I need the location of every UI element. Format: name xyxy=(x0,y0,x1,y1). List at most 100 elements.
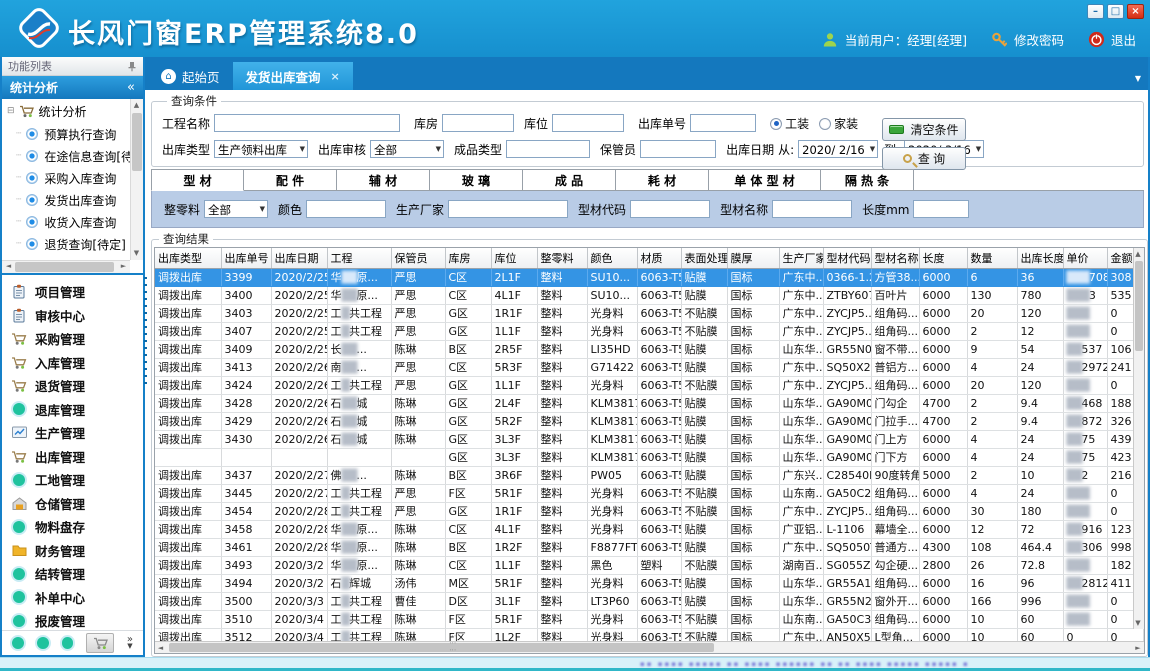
tab-close-icon[interactable]: × xyxy=(331,70,340,83)
change-password-link[interactable]: 修改密码 xyxy=(1014,30,1064,49)
minimize-button[interactable]: – xyxy=(1087,4,1104,19)
material-tab-5[interactable]: 耗 材 xyxy=(616,169,709,191)
column-header-3[interactable]: 工程 xyxy=(327,248,391,268)
table-row[interactable]: 调拨出库34072020/2/25工█共工程严思G区1L1F整料光身料6063-… xyxy=(155,322,1143,340)
sidebar-item-4[interactable]: 退货管理 xyxy=(11,374,143,398)
column-header-6[interactable]: 库位 xyxy=(491,248,537,268)
radio-home-install[interactable]: 家装 xyxy=(819,115,858,132)
column-header-16[interactable]: 数量 xyxy=(967,248,1017,268)
sidebar-item-8[interactable]: 工地管理 xyxy=(11,468,143,492)
audit-select[interactable]: 全部 xyxy=(370,140,444,158)
tree-horizontal-scrollbar[interactable]: ◄ ► xyxy=(2,260,130,273)
outbound-type-select[interactable]: 生产领料出库 xyxy=(214,140,308,158)
sidebar-item-12[interactable]: 结转管理 xyxy=(11,562,143,586)
column-header-9[interactable]: 材质 xyxy=(637,248,681,268)
profile-code-input[interactable] xyxy=(630,200,710,218)
tree-item-2[interactable]: ┄采购入库查询 xyxy=(2,167,130,189)
quick-dot-icon[interactable] xyxy=(62,637,74,649)
sidebar-item-7[interactable]: 出库管理 xyxy=(11,445,143,469)
keeper-input[interactable] xyxy=(640,140,716,158)
table-row[interactable]: 调拨出库34302020/2/26石██城陈琳G区3L3F整料KLM381760… xyxy=(155,430,1143,448)
clear-conditions-button[interactable]: 清空条件 xyxy=(882,118,966,141)
table-row[interactable]: 调拨出库34092020/2/25长██...陈琳B区2R5F整料LI35HD6… xyxy=(155,340,1143,358)
table-row[interactable]: 调拨出库34032020/2/25工█共工程严思G区1R1F整料光身料6063-… xyxy=(155,304,1143,322)
column-header-7[interactable]: 整零料 xyxy=(537,248,587,268)
tree-item-3[interactable]: ┄发货出库查询 xyxy=(2,189,130,211)
radio-work-install[interactable]: 工装 xyxy=(770,115,809,132)
tab-overflow-caret-icon[interactable] xyxy=(1135,74,1141,83)
table-row[interactable]: 调拨出库34582020/2/28华██原...陈琳C区4L1F整料光身料606… xyxy=(155,520,1143,538)
sidebar-item-10[interactable]: 物料盘存 xyxy=(11,515,143,539)
column-header-10[interactable]: 表面处理 xyxy=(681,248,727,268)
tree-item-0[interactable]: ┄预算执行查询 xyxy=(2,123,130,145)
table-row[interactable]: 调拨出库34612020/2/28华██原...陈琳B区1R2F整料F8877F… xyxy=(155,538,1143,556)
warehouse-input[interactable] xyxy=(442,114,514,132)
cart-quick-button[interactable] xyxy=(86,633,114,653)
column-header-14[interactable]: 型材名称 xyxy=(871,248,919,268)
table-row[interactable]: 调拨出库34282020/2/26石██城陈琳G区2L4F整料KLM381760… xyxy=(155,394,1143,412)
material-tab-7[interactable]: 隔 热 条 xyxy=(821,169,914,191)
table-row[interactable]: G区3L3F整料KLM38176063-T5贴膜国标山东华...GA90M09.… xyxy=(155,448,1143,466)
collapse-chevron-icon[interactable]: « xyxy=(127,80,135,95)
whole-piece-select[interactable]: 全部 xyxy=(204,200,268,218)
quick-dot-icon[interactable] xyxy=(12,637,24,649)
material-tab-3[interactable]: 玻 璃 xyxy=(430,169,523,191)
search-button[interactable]: 查 询 xyxy=(882,147,966,170)
date-from-picker[interactable]: 2020/ 2/16 xyxy=(798,140,878,158)
length-input[interactable] xyxy=(913,200,969,218)
grid-horizontal-scrollbar[interactable]: ◄ ► xyxy=(155,641,1144,653)
manufacturer-input[interactable] xyxy=(448,200,568,218)
tree-root[interactable]: ⊟ 统计分析 xyxy=(2,99,130,123)
material-tab-0[interactable]: 型 材 xyxy=(151,169,244,191)
sidebar-item-11[interactable]: 财务管理 xyxy=(11,539,143,563)
table-row[interactable]: 调拨出库34932020/3/2华██原...陈琳C区1L1F整料黑色塑料不贴膜… xyxy=(155,556,1143,574)
tree-item-4[interactable]: ┄收货入库查询 xyxy=(2,211,130,233)
sidebar-item-13[interactable]: 补单中心 xyxy=(11,586,143,610)
column-header-5[interactable]: 库房 xyxy=(445,248,491,268)
sidebar-item-5[interactable]: 退库管理 xyxy=(11,398,143,422)
stats-section-header[interactable]: 统计分析 « xyxy=(2,76,143,99)
tree-item-5[interactable]: ┄退货查询[待定] xyxy=(2,233,130,255)
column-header-13[interactable]: 型材代码 xyxy=(823,248,871,268)
column-header-1[interactable]: 出库单号 xyxy=(221,248,271,268)
column-header-17[interactable]: 出库长度 xyxy=(1017,248,1063,268)
column-header-12[interactable]: 生产厂家 xyxy=(779,248,823,268)
tab-start-page[interactable]: 起始页 xyxy=(148,62,233,90)
tree-expander-icon[interactable]: ⊟ xyxy=(7,106,15,116)
table-row[interactable]: 调拨出库35002020/3/3工█共工程曹佳D区3L1F整料LT3P60606… xyxy=(155,592,1143,610)
sidebar-item-1[interactable]: 审核中心 xyxy=(11,304,143,328)
pin-icon[interactable] xyxy=(127,61,137,72)
table-row[interactable]: 调拨出库35102020/3/4工█共工程陈琳F区5R1F整料光身料6063-T… xyxy=(155,610,1143,628)
sidebar-item-3[interactable]: 入库管理 xyxy=(11,351,143,375)
material-tab-2[interactable]: 辅 材 xyxy=(337,169,430,191)
material-tab-6[interactable]: 单 体 型 材 xyxy=(709,169,821,191)
overflow-chevron[interactable]: » ▼ xyxy=(127,636,133,650)
maximize-button[interactable]: □ xyxy=(1107,4,1124,19)
column-header-18[interactable]: 单价 xyxy=(1063,248,1107,268)
column-header-8[interactable]: 颜色 xyxy=(587,248,637,268)
sidebar-item-9[interactable]: 仓储管理 xyxy=(11,492,143,516)
table-row[interactable]: 调拨出库34542020/2/28工█共工程严思G区1R1F整料光身料6063-… xyxy=(155,502,1143,520)
order-no-input[interactable] xyxy=(690,114,756,132)
product-type-input[interactable] xyxy=(506,140,590,158)
tree-item-1[interactable]: ┄在途信息查询[待 xyxy=(2,145,130,167)
grid-vertical-scrollbar[interactable]: ▲ ▼ xyxy=(1133,248,1144,629)
sidebar-item-14[interactable]: 报废管理 xyxy=(11,609,143,630)
splitter-handle[interactable] xyxy=(144,277,147,387)
column-header-2[interactable]: 出库日期 xyxy=(271,248,327,268)
table-row[interactable]: 调拨出库34372020/2/27佛██...陈琳B区3R6F整料PW05606… xyxy=(155,466,1143,484)
table-row[interactable]: 调拨出库34242020/2/26工█共工程严思G区1L1F整料光身料6063-… xyxy=(155,376,1143,394)
sidebar-item-6[interactable]: 生产管理 xyxy=(11,421,143,445)
table-row[interactable]: 调拨出库34002020/2/25华██原...严思C区4L1F整料SU10..… xyxy=(155,286,1143,304)
material-tab-4[interactable]: 成 品 xyxy=(523,169,616,191)
location-input[interactable] xyxy=(552,114,624,132)
logout-link[interactable]: 退出 xyxy=(1111,30,1136,49)
table-row[interactable]: 调拨出库34132020/2/26南██...严思C区5R3F整料G714226… xyxy=(155,358,1143,376)
column-header-11[interactable]: 膜厚 xyxy=(727,248,779,268)
tab-outbound-query[interactable]: 发货出库查询 × xyxy=(233,62,353,90)
column-header-4[interactable]: 保管员 xyxy=(391,248,445,268)
column-header-15[interactable]: 长度 xyxy=(919,248,967,268)
table-row[interactable]: 调拨出库35122020/3/4工█共工程陈琳F区1L2F整料光身料6063-T… xyxy=(155,628,1143,641)
material-tab-1[interactable]: 配 件 xyxy=(244,169,337,191)
table-row[interactable]: 调拨出库34292020/2/26石██城陈琳G区5R2F整料KLM381760… xyxy=(155,412,1143,430)
